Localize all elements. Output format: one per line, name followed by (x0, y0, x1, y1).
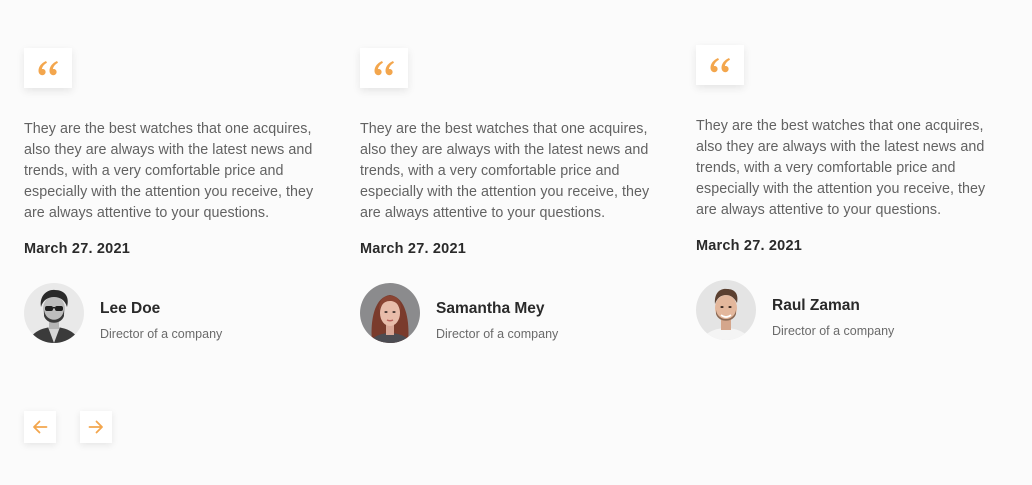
quote-icon (710, 58, 730, 73)
quote-icon (38, 61, 58, 76)
avatar (360, 283, 420, 343)
avatar (696, 280, 756, 340)
testimonial-text: They are the best watches that one acqui… (696, 118, 986, 218)
author-role: Director of a company (772, 324, 895, 338)
quote-icon-box (696, 45, 744, 85)
prev-button[interactable] (24, 411, 56, 443)
author-name: Lee Doe (100, 300, 161, 317)
arrow-left-icon (33, 420, 48, 434)
arrow-right-icon (88, 420, 103, 434)
testimonial-text: They are the best watches that one acqui… (360, 121, 650, 221)
testimonial-date: March 27. 2021 (696, 238, 802, 254)
author-role: Director of a company (436, 327, 559, 341)
testimonial-date: March 27. 2021 (24, 241, 130, 257)
testimonial-date: March 27. 2021 (360, 241, 466, 257)
author-name: Raul Zaman (772, 297, 860, 314)
avatar (24, 283, 84, 343)
next-button[interactable] (80, 411, 112, 443)
quote-icon (374, 61, 394, 76)
author-name: Samantha Mey (436, 300, 545, 317)
quote-icon-box (360, 48, 408, 88)
testimonial-text: They are the best watches that one acqui… (24, 121, 314, 221)
quote-icon-box (24, 48, 72, 88)
author-role: Director of a company (100, 327, 223, 341)
